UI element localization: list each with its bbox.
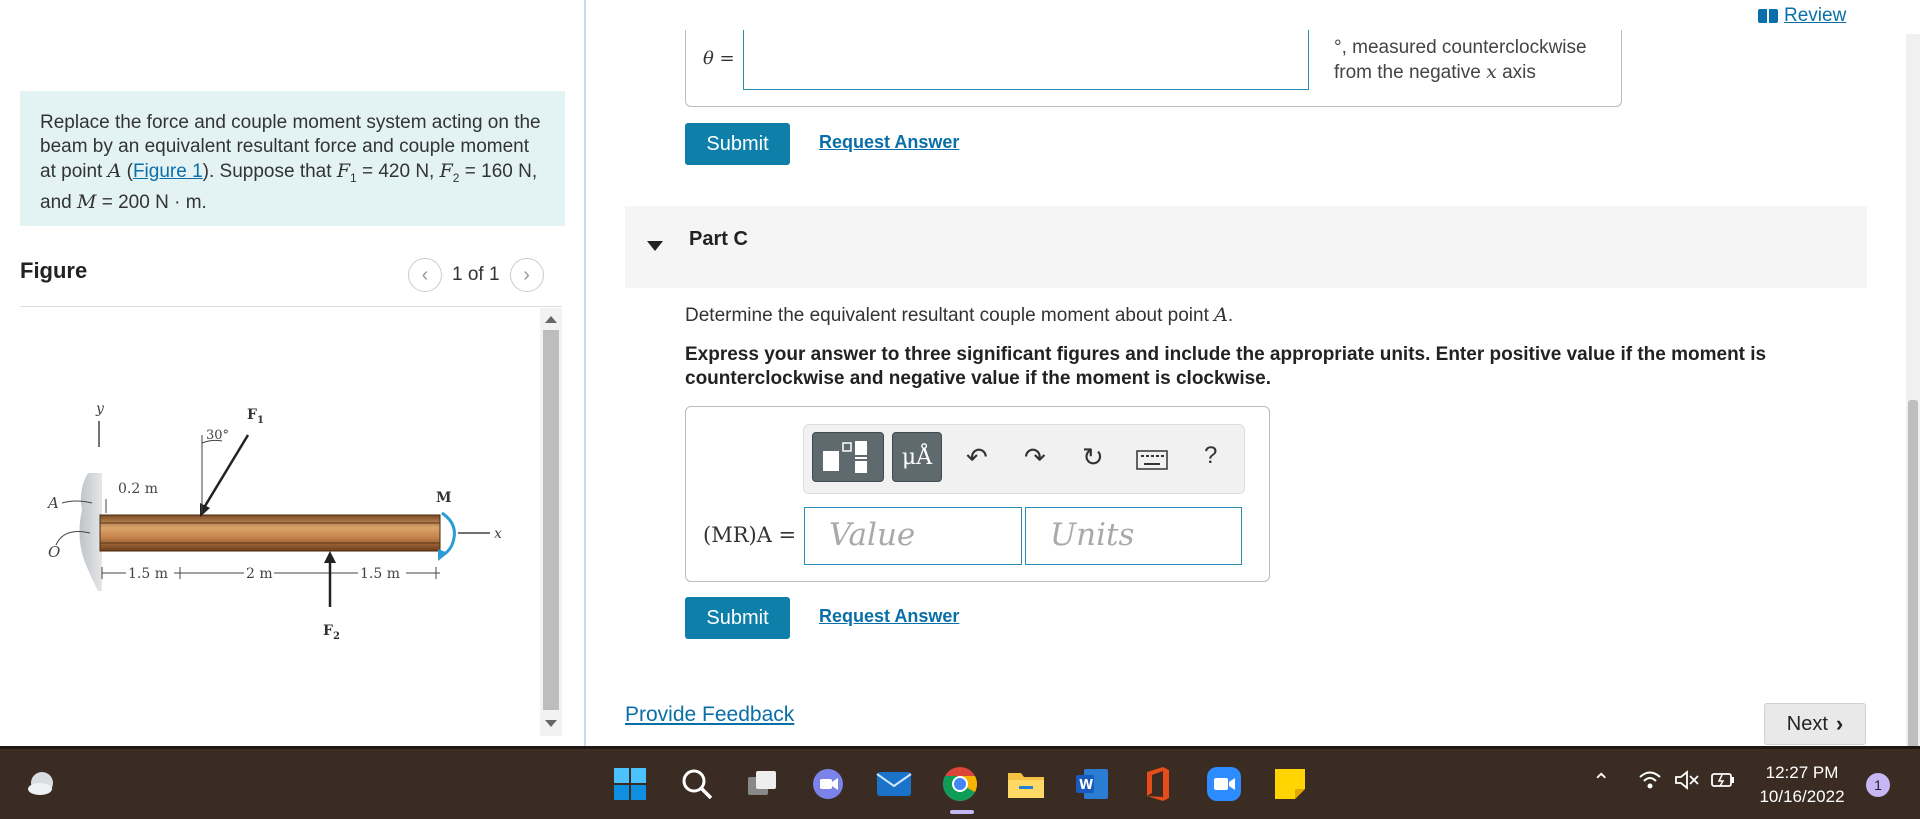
next-button[interactable]: Next › [1764,703,1866,745]
provide-feedback-link[interactable]: Provide Feedback [625,703,794,727]
pager-text: 1 of 1 [452,264,500,285]
templates-button[interactable] [812,432,884,482]
figure-scroll-thumb[interactable] [543,330,559,710]
chevron-up-icon[interactable]: ⌃ [1592,769,1610,795]
scroll-up-arrow[interactable] [545,316,557,323]
chevron-right-icon: › [523,263,530,286]
f1-label: F1 [247,407,264,426]
weather-icon[interactable] [24,765,62,803]
x-axis-label: x [494,526,502,542]
point-a: A [107,160,122,182]
theta-input[interactable] [743,30,1309,90]
teams-chat-icon[interactable] [809,765,847,803]
sticky-notes-icon[interactable] [1271,765,1309,803]
next-figure-button[interactable]: › [509,258,544,292]
units-input[interactable]: Units [1025,507,1242,565]
task-view-icon[interactable] [743,765,781,803]
help-icon[interactable]: ? [1204,442,1217,470]
svg-text:W: W [1079,778,1093,793]
figure-scrollbar[interactable] [540,308,562,736]
units-button[interactable]: μÅ [892,432,942,482]
figure-divider [20,306,562,307]
taskbar: W ⌃ 12:27 PM 10/16/2022 1 [0,746,1920,819]
word-icon[interactable]: W [1073,765,1111,803]
undo-icon[interactable]: ↶ [966,442,988,473]
figure-title: Figure [20,258,88,283]
dim-1.5m-right: 1.5 m [360,566,400,582]
part-c-header[interactable]: Part C [625,206,1867,288]
keyboard-icon[interactable] [1136,447,1168,478]
point-a-label: A [46,494,59,512]
file-explorer-icon[interactable] [1007,765,1045,803]
scroll-down-arrow[interactable] [545,720,557,727]
collapse-triangle-icon [647,241,663,251]
moment-m-label: M [436,490,452,506]
problem-panel: Replace the force and couple moment syst… [0,0,584,746]
battery-charging-icon[interactable] [1710,771,1736,794]
f2-label: F2 [323,623,340,642]
book-icon [1758,9,1778,23]
force-f1-arrow [200,434,250,512]
problem-statement: Replace the force and couple moment syst… [20,91,565,226]
page-scrollbar[interactable] [1906,34,1920,756]
clock-time: 12:27 PM [1765,763,1839,782]
answer-label: (MR)A = [703,523,797,547]
dim-1.5m-left: 1.5 m [128,566,168,582]
part-b-submit-button[interactable]: Submit [685,123,790,165]
volume-muted-icon[interactable] [1674,769,1700,796]
templates-icon [823,441,867,473]
chevron-right-icon: › [1835,711,1844,736]
dim-2m: 2 m [246,566,273,582]
beam-figure: y A O 0.2 m 30° F1 M x 1.5 m 2 m 1.5 m F… [46,401,502,642]
beam [99,514,441,552]
search-icon[interactable] [678,765,716,803]
theta-label: θ = [703,48,735,69]
part-c-label: Part C [689,228,748,250]
notification-badge[interactable]: 1 [1866,773,1890,797]
value-input[interactable]: Value [804,507,1022,565]
figure-pager: ‹ 1 of 1 › [408,258,544,292]
part-b-request-answer-link[interactable]: Request Answer [819,132,959,153]
angle-30-label: 30° [206,428,229,443]
dim-0.2m: 0.2 m [118,481,158,497]
redo-icon[interactable]: ↷ [1024,442,1046,473]
page-scroll-thumb[interactable] [1908,400,1918,756]
wifi-icon[interactable] [1638,769,1662,796]
panel-divider [584,0,586,746]
clock-date: 10/16/2022 [1759,787,1845,806]
part-c-instruction: Express your answer to three significant… [685,344,1767,389]
part-c-submit-button[interactable]: Submit [685,597,790,639]
prev-figure-button[interactable]: ‹ [408,258,442,292]
review-link[interactable]: Review [1758,5,1846,27]
theta-note: °, measured counterclockwise from the ne… [1334,37,1587,83]
origin-label: O [48,543,60,561]
mail-icon[interactable] [875,765,913,803]
y-axis-label: y [95,401,105,417]
zoom-icon[interactable] [1205,765,1243,803]
office-icon[interactable] [1139,765,1177,803]
chrome-icon[interactable] [941,765,979,803]
moment-arc [441,511,456,557]
start-icon[interactable] [611,765,649,803]
clock[interactable]: 12:27 PM 10/16/2022 [1752,761,1852,809]
figure-link[interactable]: Figure 1 [133,161,203,182]
part-c-question: Determine the equivalent resultant coupl… [685,304,1234,326]
chevron-left-icon: ‹ [421,263,429,286]
math-toolbar: μÅ ↶ ↷ ↻ ? [803,424,1245,494]
part-c-request-answer-link[interactable]: Request Answer [819,606,959,627]
reset-icon[interactable]: ↻ [1082,442,1104,473]
active-app-indicator [950,810,974,814]
